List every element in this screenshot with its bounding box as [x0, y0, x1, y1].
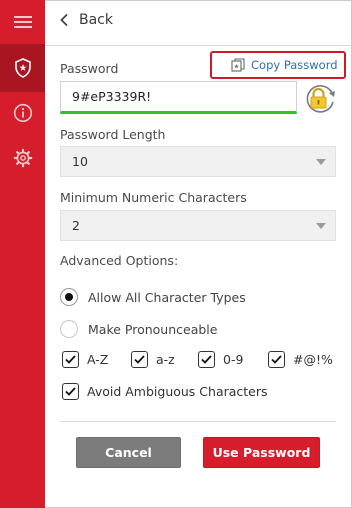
back-label: Back: [79, 12, 113, 28]
check-icon: [134, 355, 145, 364]
radio-allow-all[interactable]: Allow All Character Types: [60, 288, 246, 306]
use-password-button[interactable]: Use Password: [203, 437, 320, 468]
copy-icon: [231, 58, 245, 72]
dropdown-arrow-icon: [316, 223, 326, 229]
dropdown-arrow-icon: [316, 159, 326, 165]
checkbox-label: #@!%: [293, 352, 333, 367]
sidebar: [0, 0, 45, 508]
gear-icon[interactable]: [0, 136, 45, 180]
checkbox-label: 0-9: [223, 352, 244, 367]
checkbox-digits[interactable]: 0-9: [198, 351, 243, 368]
checkbox[interactable]: [268, 351, 285, 368]
radio-button[interactable]: [60, 320, 78, 338]
copy-password-button[interactable]: Copy Password: [210, 51, 346, 79]
min-numeric-label: Minimum Numeric Characters: [60, 190, 247, 205]
password-length-label: Password Length: [60, 127, 166, 142]
check-icon: [271, 355, 282, 364]
checkbox[interactable]: [62, 383, 79, 400]
cancel-button[interactable]: Cancel: [76, 437, 181, 468]
chevron-left-icon: [60, 13, 68, 27]
password-label: Password: [60, 61, 119, 76]
password-length-select[interactable]: 10: [60, 146, 336, 177]
info-icon[interactable]: [0, 92, 45, 134]
checkbox-symbols[interactable]: #@!%: [268, 351, 333, 368]
password-length-value: 10: [72, 154, 88, 169]
checkbox-uppercase[interactable]: A-Z: [62, 351, 108, 368]
shield-icon[interactable]: [0, 44, 45, 92]
radio-pronounceable-label: Make Pronounceable: [88, 321, 218, 337]
regenerate-lock-icon[interactable]: [303, 83, 337, 115]
checkbox-label: Avoid Ambiguous Characters: [87, 384, 268, 399]
password-value: 9#eP3339R!: [72, 89, 152, 104]
copy-password-label: Copy Password: [251, 58, 338, 72]
checkbox-lowercase[interactable]: a-z: [131, 351, 175, 368]
back-button[interactable]: Back: [59, 12, 113, 28]
check-icon: [201, 355, 212, 364]
check-icon: [65, 355, 76, 364]
checkbox[interactable]: [62, 351, 79, 368]
checkbox-label: a-z: [156, 352, 175, 367]
radio-allow-all-label: Allow All Character Types: [88, 289, 246, 305]
checkbox-avoid-ambiguous[interactable]: Avoid Ambiguous Characters: [62, 383, 268, 400]
header: Back: [45, 0, 351, 46]
check-icon: [65, 387, 76, 396]
password-field[interactable]: 9#eP3339R!: [60, 81, 297, 114]
radio-pronounceable[interactable]: Make Pronounceable: [60, 320, 217, 338]
min-numeric-select[interactable]: 2: [60, 210, 336, 241]
checkbox[interactable]: [131, 351, 148, 368]
checkbox-label: A-Z: [87, 352, 109, 367]
divider: [60, 421, 336, 422]
min-numeric-value: 2: [72, 218, 80, 233]
checkbox[interactable]: [198, 351, 215, 368]
advanced-options-label: Advanced Options:: [60, 253, 179, 268]
menu-icon[interactable]: [0, 0, 45, 44]
radio-button-selected[interactable]: [60, 288, 78, 306]
